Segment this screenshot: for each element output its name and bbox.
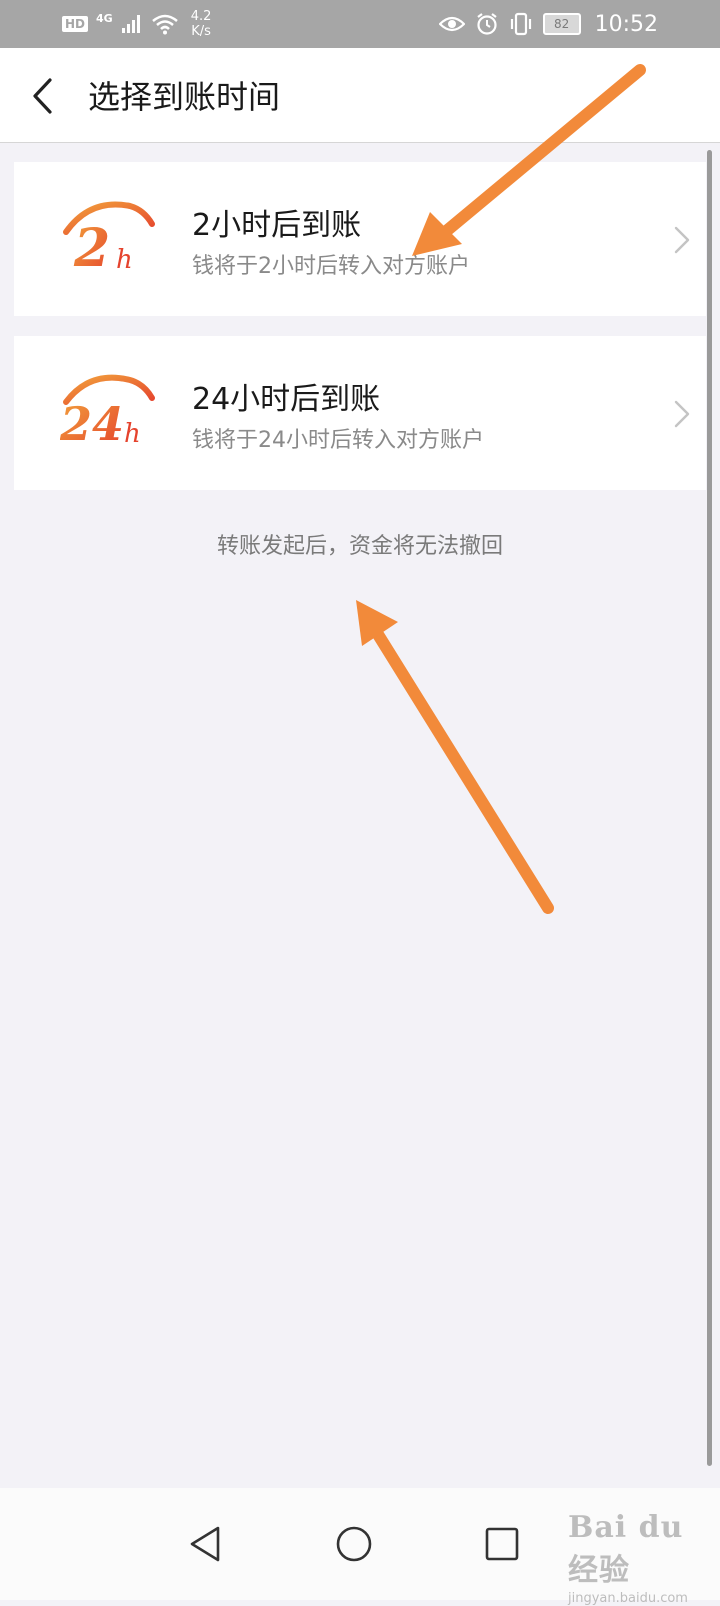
vibrate-icon — [510, 12, 531, 36]
option-2h-card[interactable]: 2 h 2小时后到账 钱将于2小时后转入对方账户 — [14, 162, 706, 316]
option-24h-subtitle: 钱将于24小时后转入对方账户 — [192, 428, 484, 453]
option-2h-subtitle: 钱将于2小时后转入对方账户 — [192, 254, 470, 279]
scrollbar[interactable] — [707, 150, 712, 1466]
battery-indicator: 82 — [542, 13, 581, 35]
option-2h-title: 2小时后到账 — [192, 208, 362, 243]
nav-back-icon[interactable] — [186, 1524, 226, 1564]
wifi-icon — [151, 14, 178, 35]
arrow-to-notice — [356, 600, 554, 914]
2h-logo-icon: 2 h — [63, 201, 155, 278]
alarm-icon — [476, 13, 497, 35]
irreversible-notice: 转账发起后，资金将无法撤回 — [216, 534, 503, 559]
clock: 10:52 — [594, 11, 658, 37]
baidu-watermark: Bai du 经验 jingyan.baidu.com — [568, 1510, 708, 1606]
net-speed: 4.2 K/s — [191, 9, 212, 39]
24h-logo-icon: 24 h — [60, 374, 155, 451]
24h-logo-number: 24 — [60, 397, 124, 451]
eye-icon — [438, 16, 465, 32]
app-header: 选择到账时间 — [0, 48, 720, 143]
nav-recents-icon[interactable] — [482, 1524, 522, 1564]
signal-icon — [121, 15, 140, 33]
option-24h-title: 24小时后到账 — [192, 382, 381, 417]
24h-logo-unit: h — [124, 419, 141, 449]
hd-badge: HD — [62, 16, 89, 32]
nav-home-icon[interactable] — [334, 1524, 374, 1564]
page-title: 选择到账时间 — [88, 78, 281, 116]
net-speed-value: 4.2 — [190, 9, 212, 24]
2h-logo-number: 2 — [73, 218, 110, 278]
2h-logo-unit: h — [116, 245, 133, 275]
status-right: 82 10:52 — [438, 8, 658, 40]
watermark-logo: Bai du 经验 — [568, 1510, 684, 1588]
network-type: 4G — [96, 11, 113, 25]
chevron-right-icon — [674, 226, 690, 254]
watermark-url: jingyan.baidu.com — [568, 1591, 688, 1606]
net-speed-unit: K/s — [191, 24, 211, 39]
back-arrow-icon[interactable] — [26, 76, 62, 116]
status-left: HD 4G 4.2 K/s — [62, 8, 211, 40]
option-24h-card[interactable]: 24 h 24小时后到账 钱将于24小时后转入对方账户 — [14, 336, 706, 490]
status-bar: HD 4G 4.2 K/s 82 10:52 — [0, 0, 720, 48]
chevron-right-icon — [674, 400, 690, 428]
